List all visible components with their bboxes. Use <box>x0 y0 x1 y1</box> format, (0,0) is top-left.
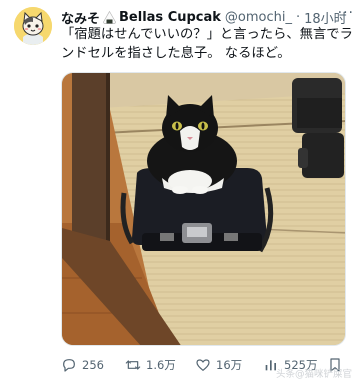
like-button[interactable]: 16万 <box>195 354 242 376</box>
display-name-suffix[interactable]: Bellas Cupcak <box>119 10 221 25</box>
avatar[interactable] <box>14 7 52 45</box>
onigiri-emoji-icon <box>102 10 117 25</box>
separator: · <box>296 9 301 25</box>
handle[interactable]: @omochi_ <box>225 10 292 25</box>
watermark: 头条@猫咪铲屎官 <box>275 369 352 380</box>
like-count: 16万 <box>216 358 243 372</box>
avatar-cat-illustration <box>14 7 52 45</box>
reply-count: 256 <box>82 358 104 372</box>
retweet-count: 1.6万 <box>146 358 176 372</box>
display-name[interactable]: なみそ <box>61 8 100 27</box>
more-icon[interactable]: ··· <box>338 5 354 21</box>
retweet-button[interactable]: 1.6万 <box>125 354 176 376</box>
reply-button[interactable]: 256 <box>61 354 104 376</box>
tweet-header: なみそ Bellas Cupcak @omochi_ · 18小时 ··· <box>61 5 356 27</box>
tweet-text: 「宿題はせんでいいの？」と言ったら、無言でランドセルを指さした息子。 なるほど。 <box>61 27 353 61</box>
tweet-photo[interactable] <box>61 72 346 346</box>
previous-tweet-cutoff <box>0 0 360 7</box>
retweet-icon <box>125 360 141 370</box>
cat-on-randoseru-photo <box>62 73 345 345</box>
reply-icon <box>63 359 75 372</box>
heart-icon <box>196 359 210 371</box>
